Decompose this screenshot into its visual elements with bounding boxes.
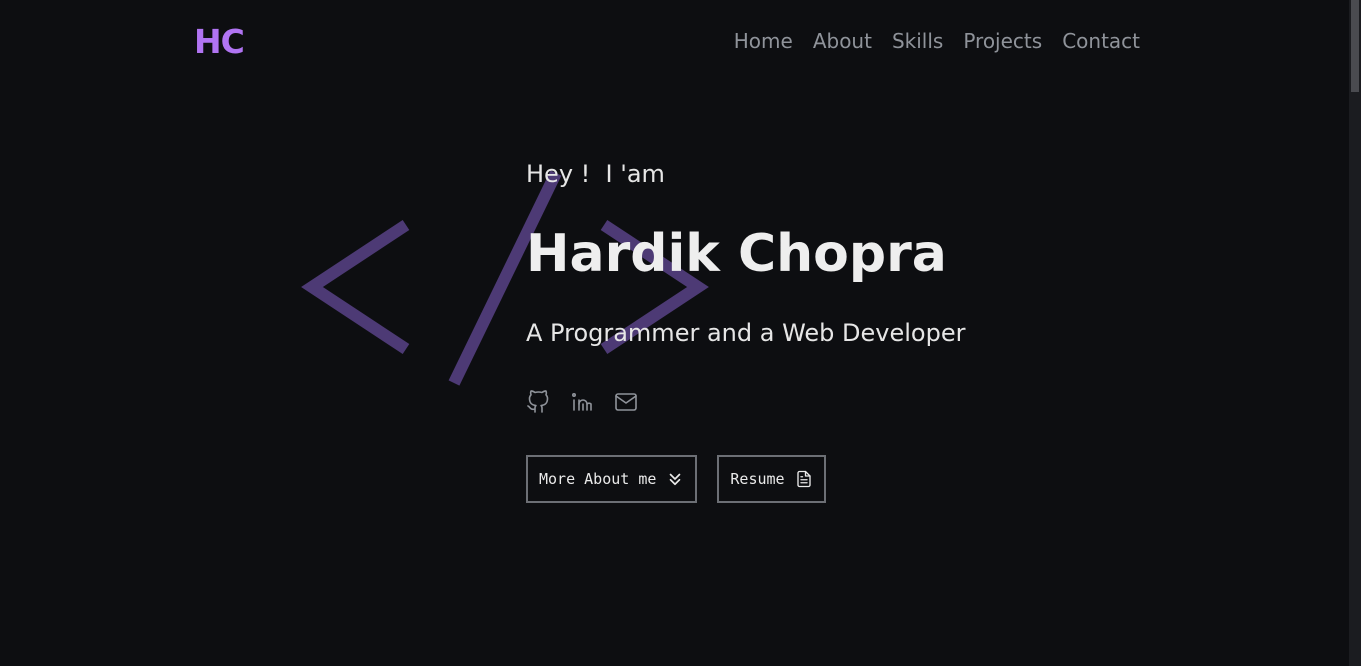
scrollbar[interactable] [1349, 0, 1361, 666]
hero-greeting: Hey ! I 'am [526, 160, 665, 188]
linkedin-link[interactable] [570, 390, 594, 414]
github-icon [527, 390, 549, 413]
nav-item-about[interactable]: About [813, 28, 872, 54]
hero-actions: More About me Resume [526, 455, 826, 503]
hero-tagline: A Programmer and a Web Developer [526, 319, 966, 347]
more-about-label: More About me [539, 470, 657, 488]
nav-item-home[interactable]: Home [734, 28, 793, 54]
more-about-button[interactable]: More About me [526, 455, 698, 503]
nav-item-projects[interactable]: Projects [963, 28, 1042, 54]
mail-link[interactable] [614, 390, 638, 414]
nav-item-skills[interactable]: Skills [892, 28, 943, 54]
scrollbar-thumb[interactable] [1351, 0, 1359, 92]
linkedin-icon [571, 392, 592, 411]
resume-label: Resume [730, 470, 785, 488]
mail-icon [615, 393, 637, 411]
social-links [526, 390, 638, 414]
double-chevron-down-icon [670, 473, 681, 486]
main-nav: Home About Skills Projects Contact [734, 28, 1140, 54]
github-link[interactable] [526, 390, 550, 414]
document-icon [796, 470, 811, 488]
hero-name: Hardik Chopra [526, 224, 947, 284]
resume-button[interactable]: Resume [717, 455, 826, 503]
nav-item-contact[interactable]: Contact [1062, 28, 1140, 54]
logo[interactable]: HC [194, 22, 245, 61]
